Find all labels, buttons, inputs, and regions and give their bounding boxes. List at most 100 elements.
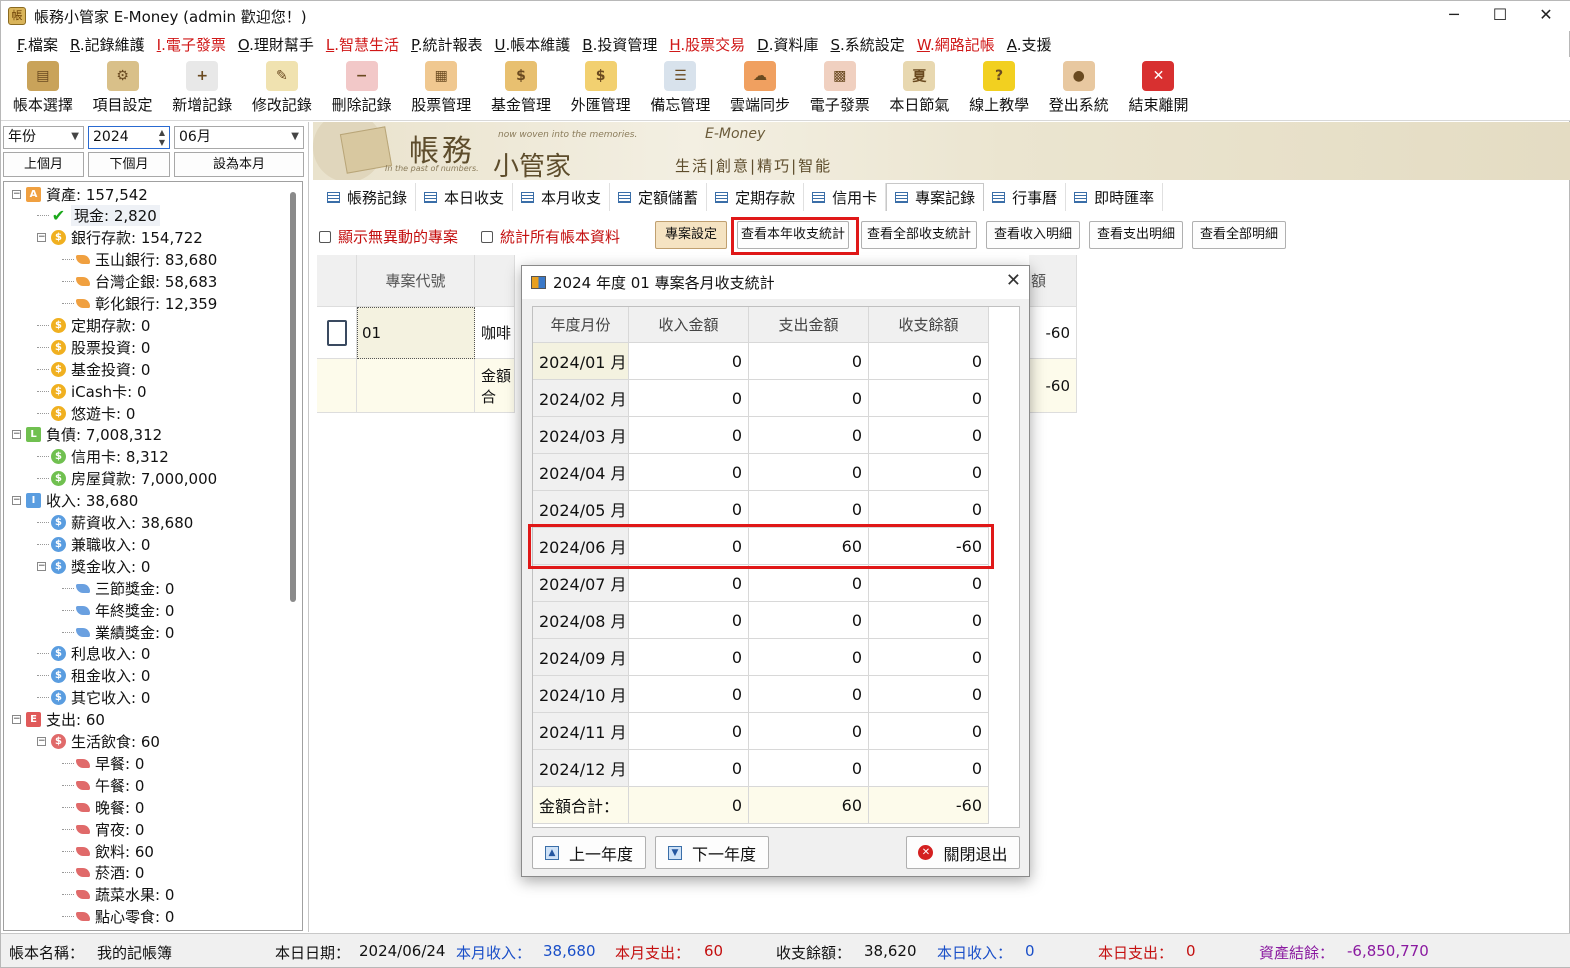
amount-cell[interactable]: 0: [629, 565, 749, 602]
tree-node[interactable]: 宵夜: 0: [62, 818, 144, 840]
next-month-button[interactable]: 下個月: [88, 152, 170, 177]
tree-node[interactable]: 玉山銀行: 83,680: [62, 249, 217, 271]
tree-node[interactable]: $ 租金收入: 0: [37, 665, 150, 687]
show-no-change-checkbox[interactable]: 顯示無異動的專案: [319, 226, 458, 247]
close-exit-button[interactable]: ✕ 關閉退出: [906, 836, 1020, 869]
amount-cell[interactable]: 0: [749, 713, 869, 750]
amount-cell[interactable]: 0: [749, 750, 869, 787]
amount-cell[interactable]: 0: [869, 639, 989, 676]
tree-node[interactable]: 菸酒: 0: [62, 862, 144, 884]
tree-node[interactable]: 台灣企銀: 58,683: [62, 271, 217, 293]
view-expense-detail-button[interactable]: 查看支出明細: [1089, 221, 1183, 249]
prev-year-button[interactable]: ▲ 上一年度: [532, 836, 646, 869]
tree-node[interactable]: ✔ 現金: 2,820: [37, 205, 160, 227]
project-name-cell[interactable]: 咖啡: [475, 307, 515, 359]
toolbar-button-10[interactable]: ▩ 電子發票: [800, 57, 880, 119]
amount-cell[interactable]: 0: [629, 750, 749, 787]
checkbox-box[interactable]: [319, 230, 331, 243]
menu-o[interactable]: O.理財幫手: [238, 34, 314, 55]
menu-s[interactable]: S.系統設定: [831, 34, 905, 55]
toolbar-button-1[interactable]: ⚙ 項目設定: [83, 57, 163, 119]
toolbar-button-9[interactable]: ☁ 雲端同步: [720, 57, 800, 119]
amount-cell[interactable]: 0: [629, 417, 749, 454]
checkbox-box[interactable]: [481, 230, 493, 243]
tab-3[interactable]: 定額儲蓄: [610, 183, 708, 211]
menu-a[interactable]: A.支援: [1007, 34, 1052, 55]
amount-cell[interactable]: 0: [869, 713, 989, 750]
menu-r[interactable]: R.記錄維護: [70, 34, 145, 55]
amount-cell[interactable]: 0: [869, 380, 989, 417]
tree-node[interactable]: 三節獎金: 0: [62, 577, 174, 599]
tree-node[interactable]: $ 悠遊卡: 0: [37, 402, 135, 424]
next-year-button[interactable]: ▼ 下一年度: [655, 836, 769, 869]
tree-node[interactable]: − $ 銀行存款: 154,722: [37, 227, 203, 249]
toolbar-button-14[interactable]: ✕ 結束離開: [1119, 57, 1199, 119]
amount-cell[interactable]: 0: [749, 454, 869, 491]
amount-cell[interactable]: 0: [629, 343, 749, 380]
view-all-detail-button[interactable]: 查看全部明細: [1192, 221, 1286, 249]
tree-toggle-icon[interactable]: −: [12, 430, 21, 440]
tree-toggle-icon[interactable]: −: [37, 737, 46, 746]
tree-node[interactable]: 蔬菜水果: 0: [62, 884, 174, 906]
tree-node[interactable]: $ 房屋貸款: 7,000,000: [37, 468, 217, 490]
menu-p[interactable]: P.統計報表: [411, 34, 483, 55]
amount-cell[interactable]: 0: [629, 713, 749, 750]
tree-node[interactable]: − E 支出: 60: [12, 709, 105, 731]
tree-toggle-icon[interactable]: −: [12, 496, 21, 506]
tab-6[interactable]: 專案記錄: [886, 183, 985, 211]
tree-node[interactable]: $ 股票投資: 0: [37, 336, 150, 358]
amount-cell[interactable]: 0: [749, 676, 869, 713]
tree-node[interactable]: 飲料: 60: [62, 840, 154, 862]
tree-node[interactable]: − L 負債: 7,008,312: [12, 424, 162, 446]
amount-cell[interactable]: 0: [869, 491, 989, 528]
tree-node[interactable]: − I 收入: 38,680: [12, 490, 138, 512]
amount-cell[interactable]: 0: [749, 417, 869, 454]
toolbar-button-7[interactable]: $ 外匯管理: [561, 57, 641, 119]
period-select[interactable]: 年份 ▼: [3, 126, 84, 149]
tab-4[interactable]: 定期存款: [707, 183, 805, 211]
tree-scrollbar[interactable]: [290, 192, 296, 602]
stat-all-books-checkbox[interactable]: 統計所有帳本資料: [481, 226, 620, 247]
menu-f[interactable]: F.檔案: [17, 34, 58, 55]
spin-icon[interactable]: ▲ ▼: [159, 128, 165, 148]
tree-node[interactable]: $ 基金投資: 0: [37, 358, 150, 380]
tree-toggle-icon[interactable]: −: [12, 715, 21, 725]
account-tree[interactable]: − A 資產: 157,542 ✔ 現金: 2,820− $ 銀行存款: 154,722 玉山…: [3, 181, 303, 931]
amount-cell[interactable]: 0: [629, 676, 749, 713]
toolbar-button-4[interactable]: − 刪除記錄: [322, 57, 402, 119]
toolbar-button-0[interactable]: ▤ 帳本選擇: [3, 57, 83, 119]
tab-1[interactable]: 本日收支: [416, 183, 514, 211]
tree-node[interactable]: − A 資產: 157,542: [12, 183, 148, 205]
amount-cell[interactable]: 0: [629, 454, 749, 491]
toolbar-button-5[interactable]: ▦ 股票管理: [401, 57, 481, 119]
toolbar-button-8[interactable]: ☰ 備忘管理: [641, 57, 721, 119]
amount-cell[interactable]: 0: [869, 676, 989, 713]
amount-cell[interactable]: 0: [869, 454, 989, 491]
tree-node[interactable]: 年終獎金: 0: [62, 599, 174, 621]
close-window-button[interactable]: ✕: [1523, 1, 1569, 29]
amount-cell[interactable]: 0: [629, 380, 749, 417]
tree-node[interactable]: 點心零食: 0: [62, 906, 174, 928]
tree-node[interactable]: − $ 獎金收入: 0: [37, 555, 150, 577]
amount-cell[interactable]: 0: [869, 343, 989, 380]
amount-cell[interactable]: 0: [749, 491, 869, 528]
tree-node[interactable]: $ 定期存款: 0: [37, 314, 150, 336]
tree-node[interactable]: $ 薪資收入: 38,680: [37, 512, 193, 534]
tree-node[interactable]: $ iCash卡: 0: [37, 380, 147, 402]
tab-5[interactable]: 信用卡: [804, 183, 887, 211]
amount-cell[interactable]: 0: [629, 491, 749, 528]
amount-cell[interactable]: 0: [629, 639, 749, 676]
menu-i[interactable]: I.電子發票: [157, 34, 226, 55]
maximize-button[interactable]: ☐: [1477, 1, 1523, 29]
amount-cell[interactable]: 0: [629, 602, 749, 639]
tree-node[interactable]: 彰化銀行: 12,359: [62, 293, 217, 315]
menu-b[interactable]: B.投資管理: [582, 34, 657, 55]
tree-node[interactable]: $ 兼職收入: 0: [37, 533, 150, 555]
month-select[interactable]: 06月 ▼: [174, 126, 304, 149]
project-settings-button[interactable]: 專案設定: [655, 221, 727, 249]
dialog-close-icon[interactable]: ✕: [1006, 270, 1021, 291]
tree-toggle-icon[interactable]: −: [12, 189, 21, 199]
tree-node[interactable]: 早餐: 0: [62, 752, 144, 774]
tab-7[interactable]: 行事曆: [984, 183, 1067, 211]
tree-node[interactable]: − $ 生活飲食: 60: [37, 731, 160, 753]
